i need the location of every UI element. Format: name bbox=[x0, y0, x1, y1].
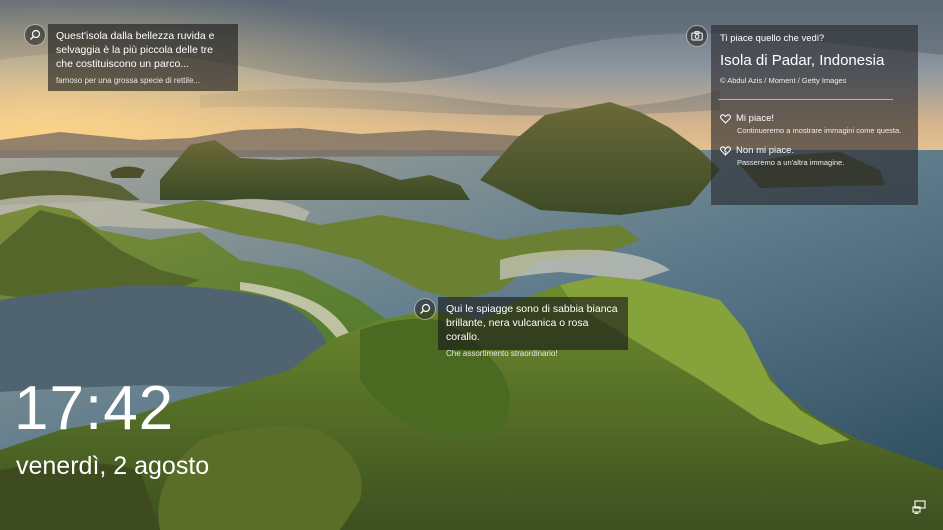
spotlight-hotspot-top-left[interactable] bbox=[24, 24, 46, 46]
dislike-description: Passeremo a un'altra immagine. bbox=[737, 158, 845, 167]
lockscreen-date: venerdì, 2 agosto bbox=[16, 452, 210, 480]
dislike-option[interactable]: Non mi piace. Passeremo a un'altra immag… bbox=[720, 144, 909, 168]
camera-icon bbox=[691, 31, 703, 41]
search-icon bbox=[30, 29, 41, 40]
spotlight-tip-text: Quest'isola dalla bellezza ruvida e selv… bbox=[56, 30, 215, 70]
spotlight-tip-subtext: famoso per una grossa specie di rettile.… bbox=[56, 76, 201, 85]
network-icon[interactable] bbox=[912, 500, 928, 514]
like-label: Mi piace! bbox=[736, 113, 775, 124]
spotlight-tip-subtext: Che assortimento straordinario! bbox=[446, 349, 558, 358]
spotlight-tip-center[interactable]: Qui le spiagge sono di sabbia bianca bri… bbox=[438, 297, 628, 358]
broken-heart-icon bbox=[720, 145, 731, 156]
image-credit: © Abdul Azis / Moment / Getty Images bbox=[720, 76, 847, 85]
spotlight-feedback-panel: Ti piace quello che vedi? Isola di Padar… bbox=[711, 25, 918, 205]
like-description: Continueremo a mostrare immagini come qu… bbox=[737, 126, 902, 135]
search-icon bbox=[420, 303, 431, 314]
panel-question: Ti piace quello che vedi? bbox=[720, 33, 825, 44]
image-location-title: Isola di Padar, Indonesia bbox=[720, 52, 885, 69]
dislike-label: Non mi piace. bbox=[736, 145, 795, 156]
heart-icon bbox=[720, 113, 731, 124]
lockscreen-clock: 17:42 bbox=[14, 374, 175, 443]
spotlight-tip-top-left[interactable]: Quest'isola dalla bellezza ruvida e selv… bbox=[48, 24, 238, 91]
camera-hotspot[interactable] bbox=[686, 25, 708, 47]
like-option[interactable]: Mi piace! Continueremo a mostrare immagi… bbox=[720, 112, 909, 136]
spotlight-hotspot-center[interactable] bbox=[414, 298, 436, 320]
spotlight-tip-text: Qui le spiagge sono di sabbia bianca bri… bbox=[446, 303, 618, 343]
panel-divider bbox=[718, 99, 893, 100]
